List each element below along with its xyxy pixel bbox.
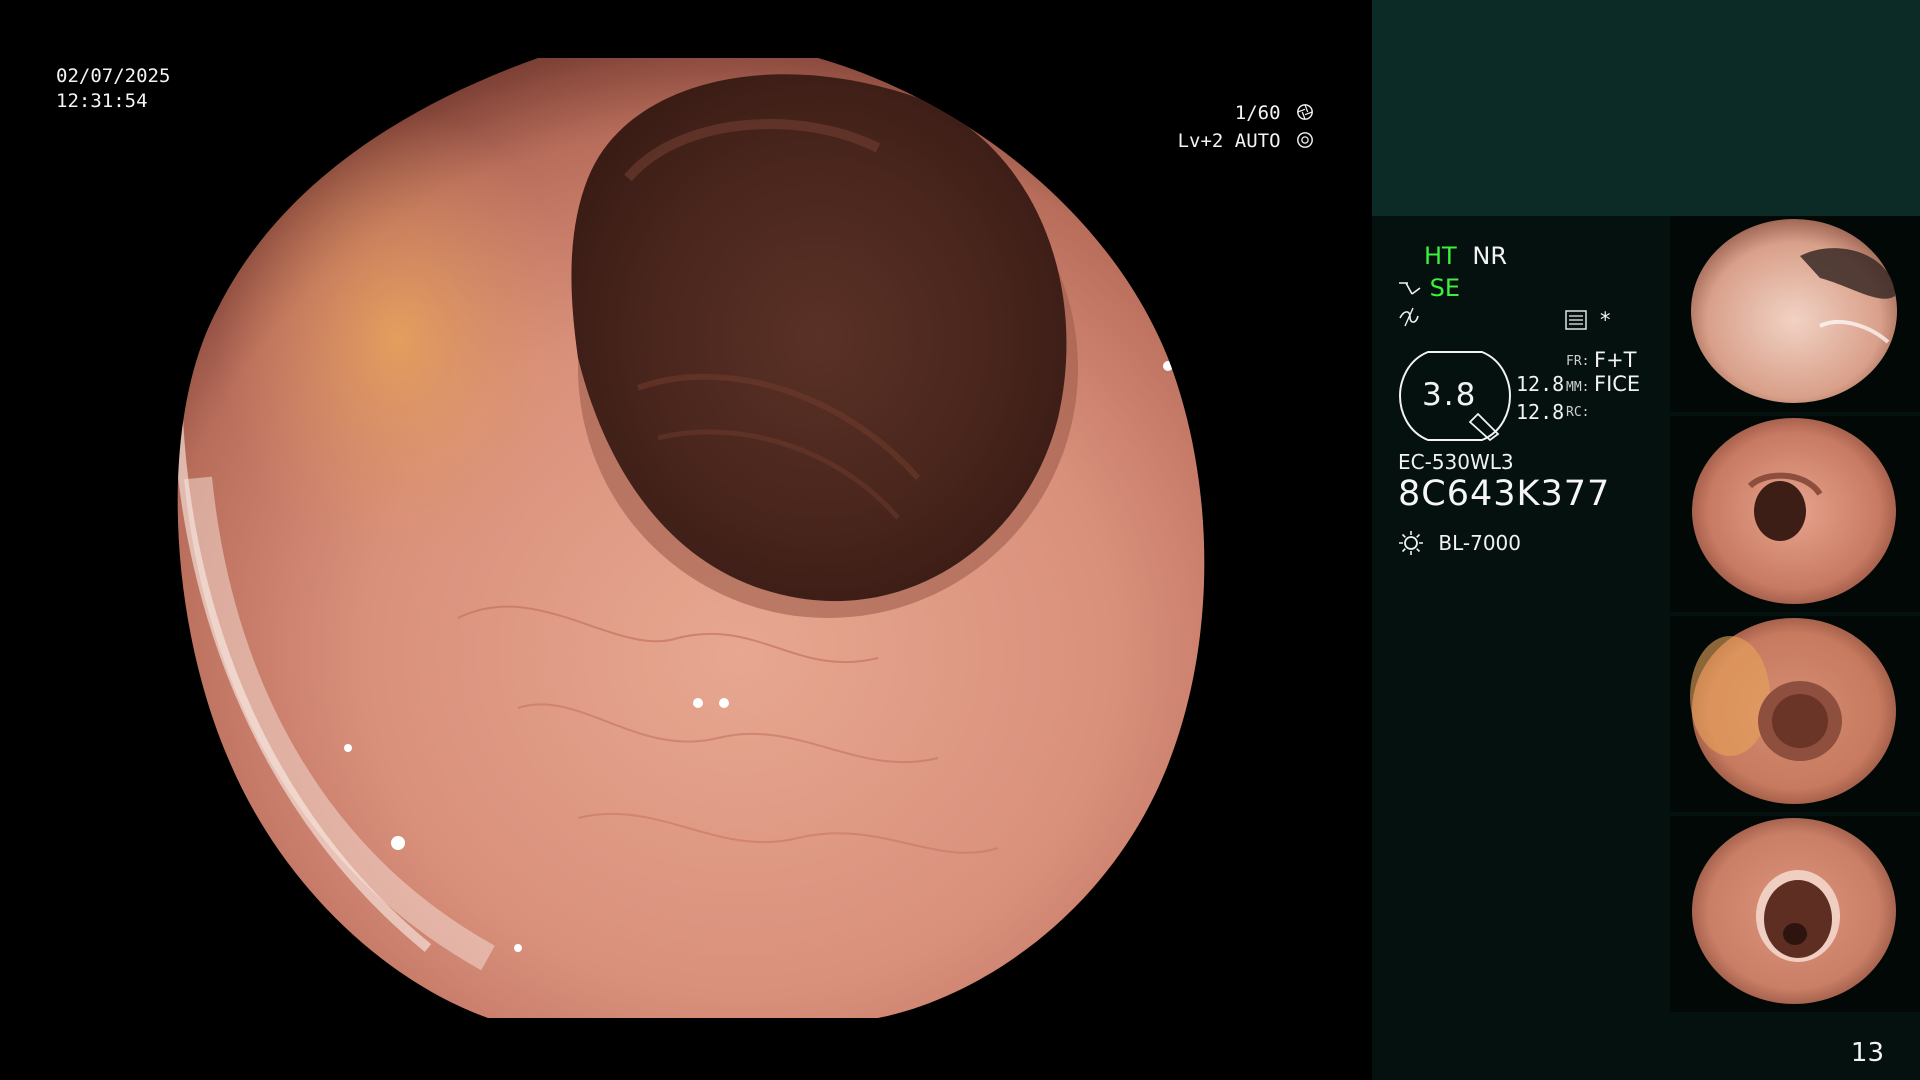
iris-icon — [1297, 132, 1313, 148]
color-mode-icon — [1399, 307, 1419, 327]
thumbnail-1[interactable] — [1670, 216, 1920, 412]
se-row: SE — [1398, 274, 1460, 302]
nr-label: NR — [1472, 242, 1507, 270]
thumbnail-image — [1691, 219, 1897, 403]
shutter-text: 1/60 — [1234, 102, 1281, 124]
thumbnail-strip — [1670, 216, 1920, 1014]
ht-label: HT — [1424, 242, 1457, 270]
endoscopic-image — [177, 58, 1205, 1018]
gauge-value: 3.8 — [1422, 377, 1478, 413]
se-label: SE — [1429, 274, 1461, 302]
endoscope-view: 02/07/2025 12:31:54 1/60 Lv+2 AUTO — [0, 0, 1372, 1080]
thumbnail-image — [1692, 418, 1896, 604]
thumbnail-2[interactable] — [1670, 416, 1920, 612]
time-text: 12:31:54 — [56, 90, 148, 112]
thumbnail-4[interactable] — [1670, 816, 1920, 1012]
panel-header — [1372, 0, 1920, 216]
fr-label: FR: — [1566, 354, 1590, 369]
fr-value: F+T — [1594, 348, 1637, 372]
light-source-label: BL-7000 — [1438, 531, 1521, 555]
mm-label: MM: — [1566, 380, 1590, 395]
frame-count: 13 — [1850, 1038, 1884, 1068]
side-panel: HT NR SE * 3.8 12.8 12.8 FR: F+T MM: FIC… — [1372, 0, 1920, 1080]
shutter-icon — [1297, 104, 1313, 120]
thumbnail-image — [1692, 818, 1896, 1004]
thumbnail-3[interactable] — [1670, 616, 1920, 812]
light-source: BL-7000 — [1398, 530, 1521, 556]
scope-model: EC-530WL3 — [1398, 450, 1514, 474]
gauge-value-top: 12.8 — [1516, 372, 1565, 396]
menu-list-icon — [1565, 310, 1587, 330]
lamp-icon — [1399, 531, 1423, 555]
datetime: 02/07/2025 12:31:54 — [56, 64, 170, 114]
mm-value: FICE — [1594, 372, 1641, 396]
thumbnail-image — [1690, 618, 1896, 804]
ht-nr-row: HT NR — [1424, 242, 1507, 270]
date-text: 02/07/2025 — [56, 65, 171, 87]
scope-serial: 8C643K377 — [1398, 474, 1611, 514]
structure-enhance-icon — [1399, 282, 1421, 295]
star-mark: * — [1600, 308, 1611, 332]
gauge-value-bottom: 12.8 — [1516, 400, 1565, 424]
rc-label: RC: — [1566, 405, 1590, 420]
